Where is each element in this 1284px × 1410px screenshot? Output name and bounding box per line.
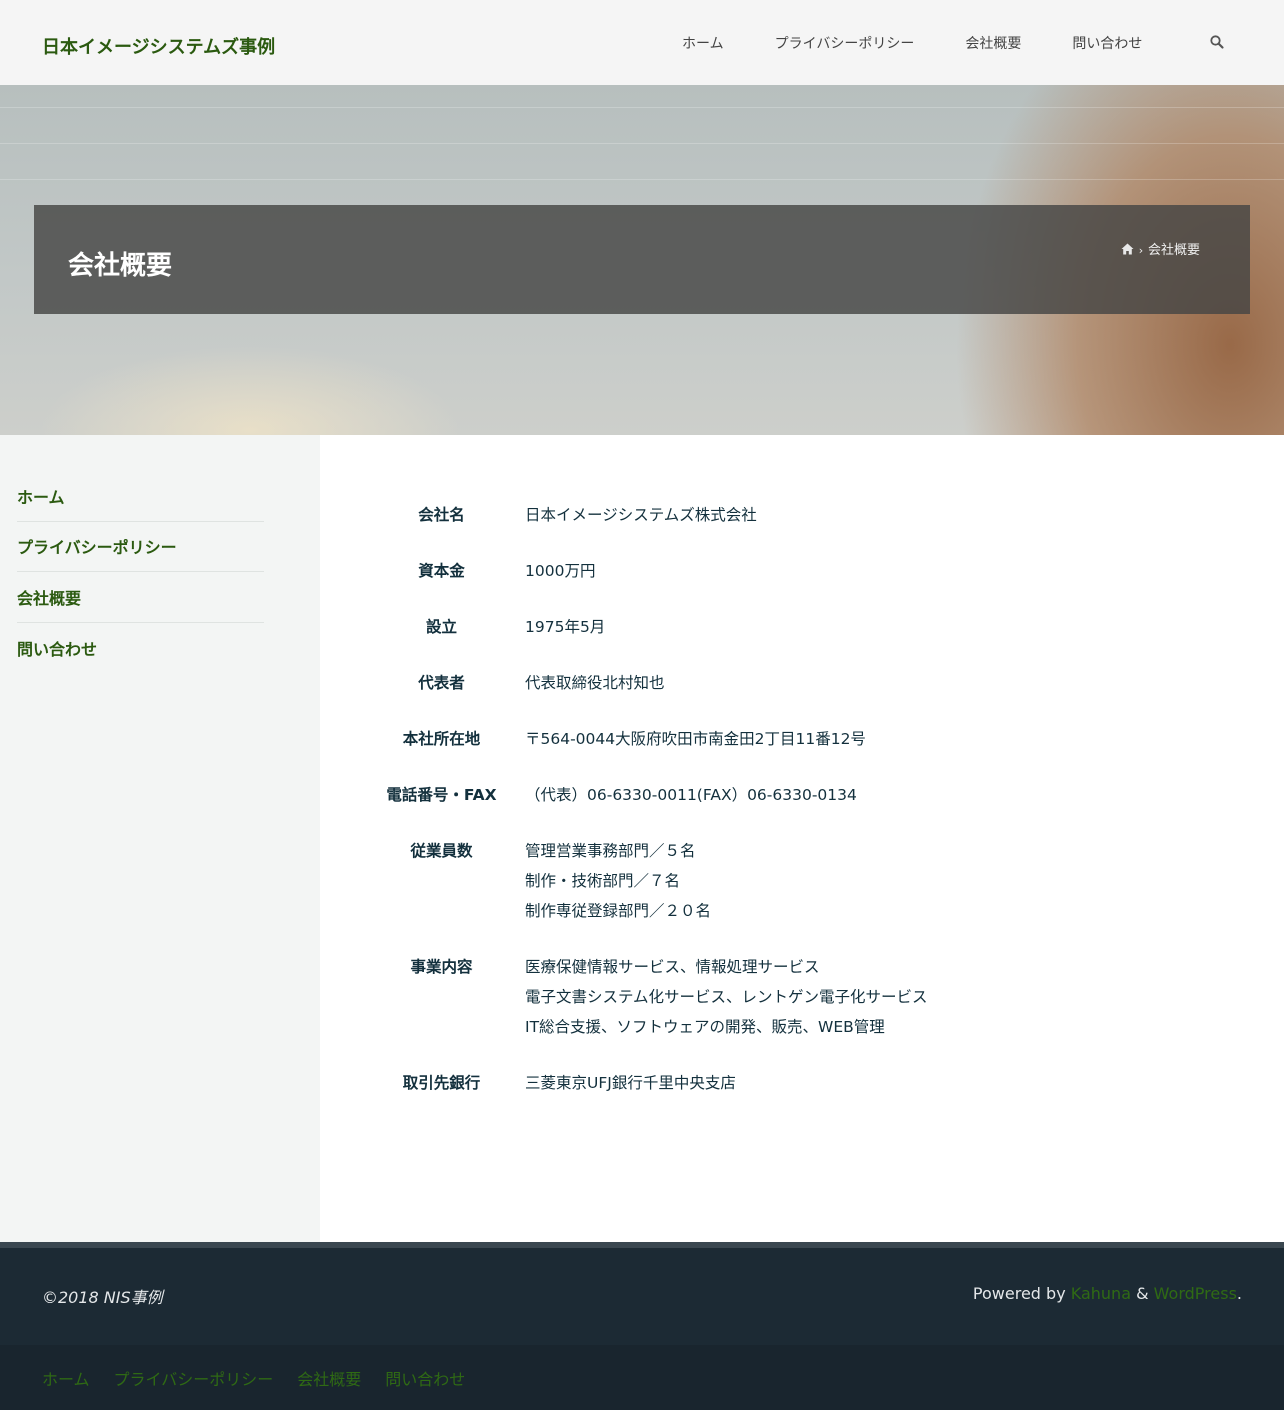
search-icon[interactable] xyxy=(1209,34,1225,50)
footer-bottom-bar: ホーム プライバシーポリシー 会社概要 問い合わせ xyxy=(0,1345,1284,1410)
value-line: IT総合支援、ソフトウェアの開発、販売、WEB管理 xyxy=(525,1018,885,1036)
value-line: 医療保健情報サービス、情報処理サービス xyxy=(525,958,820,976)
wordpress-link[interactable]: WordPress xyxy=(1154,1284,1237,1303)
row-value: 1000万円 xyxy=(506,543,928,599)
row-label: 取引先銀行 xyxy=(402,1074,481,1092)
value-line: 三菱東京UFJ銀行千里中央支店 xyxy=(525,1074,736,1092)
value-line: 代表取締役北村知也 xyxy=(525,674,665,692)
page-title: 会社概要 xyxy=(68,251,173,281)
sidebar-menu: ホーム プライバシーポリシー 会社概要 問い合わせ xyxy=(17,471,264,673)
sidebar-item: 会社概要 xyxy=(17,572,264,623)
value-line: 〒564-0044大阪府吹田市南金田2丁目11番12号 xyxy=(525,730,866,748)
row-value: 医療保健情報サービス、情報処理サービス 電子文書システム化サービス、レントゲン電… xyxy=(506,939,928,1055)
breadcrumb: › 会社概要 xyxy=(1121,241,1221,260)
row-label: 事業内容 xyxy=(410,958,473,976)
home-icon[interactable] xyxy=(1121,242,1134,255)
value-line: （代表）06-6330-0011(FAX）06-6330-0134 xyxy=(525,786,857,804)
breadcrumb-current: 会社概要 xyxy=(1148,243,1201,258)
value-line: 管理営業事務部門／５名 xyxy=(525,842,696,860)
page-title-bar: 会社概要 › 会社概要 xyxy=(34,205,1250,314)
chevron-right-icon: › xyxy=(1138,244,1144,257)
footer-nav-contact[interactable]: 問い合わせ xyxy=(385,1366,465,1390)
table-row: 電話番号・FAX （代表）06-6330-0011(FAX）06-6330-01… xyxy=(377,767,928,823)
sidebar-item: 問い合わせ xyxy=(17,623,264,674)
top-nav-contact[interactable]: 問い合わせ xyxy=(1072,33,1142,53)
period: . xyxy=(1236,1284,1242,1303)
top-nav-home[interactable]: ホーム xyxy=(682,33,724,53)
main-content: 会社名 日本イメージシステムズ株式会社 資本金 1000万円 設立 1975年5… xyxy=(320,435,1284,1242)
row-value: 1975年5月 xyxy=(506,599,928,655)
powered-by-prefix: Powered by xyxy=(972,1284,1066,1303)
table-row: 取引先銀行 三菱東京UFJ銀行千里中央支店 xyxy=(377,1055,928,1111)
footer-nav: ホーム プライバシーポリシー 会社概要 問い合わせ xyxy=(42,1366,465,1390)
table-row: 資本金 1000万円 xyxy=(377,543,928,599)
value-line: 1000万円 xyxy=(525,562,596,580)
table-row: 事業内容 医療保健情報サービス、情報処理サービス 電子文書システム化サービス、レ… xyxy=(377,939,928,1055)
site-footer: ©2018 NIS事例 Powered by Kahuna & WordPres… xyxy=(0,1248,1284,1345)
row-label: 設立 xyxy=(425,618,457,636)
row-label: 電話番号・FAX xyxy=(386,786,497,804)
row-label: 従業員数 xyxy=(410,842,473,860)
row-label: 会社名 xyxy=(418,506,465,524)
table-row: 従業員数 管理営業事務部門／５名 制作・技術部門／７名 制作専従登録部門／２０名 xyxy=(377,823,928,939)
sidebar: ホーム プライバシーポリシー 会社概要 問い合わせ xyxy=(0,435,320,1242)
hero-texture xyxy=(0,107,1284,108)
powered-by: Powered by Kahuna & WordPress. xyxy=(973,1284,1242,1303)
row-value: （代表）06-6330-0011(FAX）06-6330-0134 xyxy=(506,767,928,823)
site-title-link[interactable]: 日本イメージシステムズ事例 xyxy=(42,33,275,59)
sidebar-item-home[interactable]: ホーム xyxy=(17,484,65,508)
row-value: 日本イメージシステムズ株式会社 xyxy=(506,487,928,543)
sidebar-item-privacy-policy[interactable]: プライバシーポリシー xyxy=(17,534,177,558)
row-value: 〒564-0044大阪府吹田市南金田2丁目11番12号 xyxy=(506,711,928,767)
sidebar-item: プライバシーポリシー xyxy=(17,522,264,572)
site-header: 日本イメージシステムズ事例 ホーム プライバシーポリシー 会社概要 問い合わせ xyxy=(0,0,1284,85)
table-row: 本社所在地 〒564-0044大阪府吹田市南金田2丁目11番12号 xyxy=(377,711,928,767)
sidebar-item-contact[interactable]: 問い合わせ xyxy=(17,636,97,660)
footer-nav-privacy-policy[interactable]: プライバシーポリシー xyxy=(114,1366,274,1390)
row-value: 代表取締役北村知也 xyxy=(506,655,928,711)
value-line: 電子文書システム化サービス、レントゲン電子化サービス xyxy=(525,988,928,1006)
top-nav-privacy-policy[interactable]: プライバシーポリシー xyxy=(775,33,915,53)
company-info-table: 会社名 日本イメージシステムズ株式会社 資本金 1000万円 設立 1975年5… xyxy=(377,487,928,1111)
row-value: 管理営業事務部門／５名 制作・技術部門／７名 制作専従登録部門／２０名 xyxy=(506,823,928,939)
top-nav-company-profile[interactable]: 会社概要 xyxy=(965,33,1021,53)
value-line: 制作・技術部門／７名 xyxy=(525,872,681,890)
row-value: 三菱東京UFJ銀行千里中央支店 xyxy=(506,1055,928,1111)
table-row: 設立 1975年5月 xyxy=(377,599,928,655)
copyright-text: ©2018 NIS事例 xyxy=(42,1288,163,1307)
kahuna-link[interactable]: Kahuna xyxy=(1071,1284,1131,1303)
sidebar-item-company-profile[interactable]: 会社概要 xyxy=(17,585,81,609)
row-label: 資本金 xyxy=(418,562,465,580)
value-line: 日本イメージシステムズ株式会社 xyxy=(525,506,757,524)
footer-nav-company-profile[interactable]: 会社概要 xyxy=(297,1366,361,1390)
top-nav: ホーム プライバシーポリシー 会社概要 問い合わせ xyxy=(682,32,1142,54)
footer-nav-home[interactable]: ホーム xyxy=(42,1366,90,1390)
hero-texture xyxy=(0,179,1284,180)
value-line: 1975年5月 xyxy=(525,618,606,636)
sidebar-item: ホーム xyxy=(17,471,264,522)
table-row: 代表者 代表取締役北村知也 xyxy=(377,655,928,711)
hero-banner: 会社概要 › 会社概要 xyxy=(0,85,1284,435)
row-label: 本社所在地 xyxy=(402,730,481,748)
table-row: 会社名 日本イメージシステムズ株式会社 xyxy=(377,487,928,543)
row-label: 代表者 xyxy=(418,674,465,692)
ampersand: & xyxy=(1136,1284,1149,1303)
hero-texture xyxy=(0,143,1284,144)
value-line: 制作専従登録部門／２０名 xyxy=(525,902,712,920)
